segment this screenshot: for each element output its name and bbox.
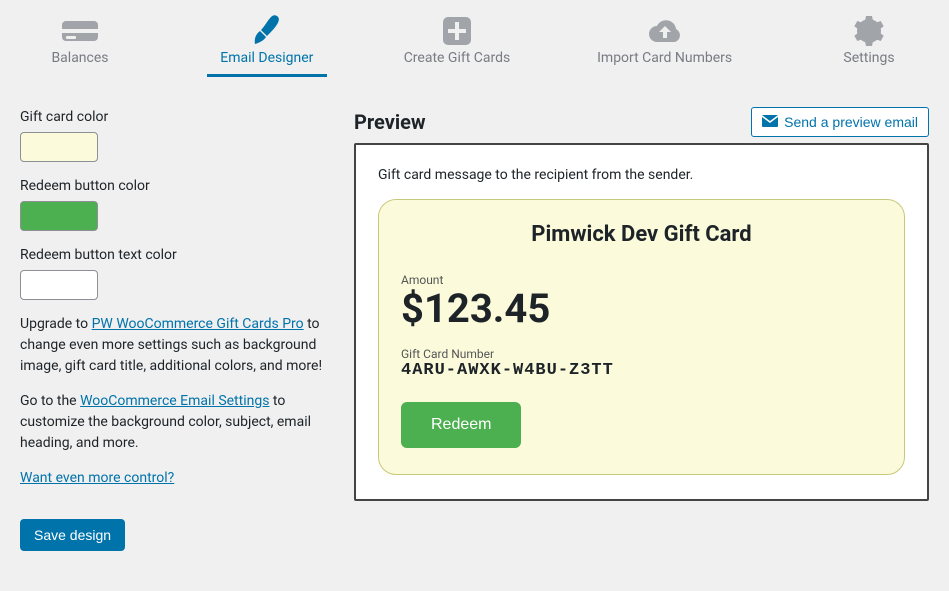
preview-panel: Preview Send a preview email Gift card m…	[354, 107, 929, 551]
gift-card-color-swatch[interactable]	[20, 132, 98, 162]
field-label: Redeem button color	[20, 176, 330, 197]
save-design-button[interactable]: Save design	[20, 519, 125, 551]
preview-box: Gift card message to the recipient from …	[354, 143, 929, 501]
tab-label: Balances	[51, 50, 108, 66]
tab-email-designer[interactable]: Email Designer	[207, 10, 327, 77]
redeem-button-color-swatch[interactable]	[20, 201, 98, 231]
field-label: Redeem button text color	[20, 245, 330, 266]
tab-create-gift-cards[interactable]: Create Gift Cards	[394, 10, 521, 77]
redeem-button-text-color-swatch[interactable]	[20, 270, 98, 300]
send-preview-button[interactable]: Send a preview email	[751, 107, 929, 137]
redeem-button[interactable]: Redeem	[401, 402, 521, 448]
plus-square-icon	[442, 14, 472, 48]
gift-card-color-field: Gift card color	[20, 107, 330, 162]
tab-label: Settings	[843, 50, 894, 66]
upgrade-text: Upgrade to PW WooCommerce Gift Cards Pro…	[20, 314, 330, 377]
tab-import-card-numbers[interactable]: Import Card Numbers	[587, 10, 742, 77]
content-area: Gift card color Redeem button color Rede…	[0, 77, 949, 571]
tab-label: Import Card Numbers	[597, 50, 732, 66]
redeem-button-color-field: Redeem button color	[20, 176, 330, 231]
gift-card-message: Gift card message to the recipient from …	[378, 167, 905, 183]
more-control-link[interactable]: Want even more control?	[20, 470, 174, 486]
top-tabs: Balances Email Designer Create Gift Card…	[0, 0, 949, 77]
redeem-button-text-color-field: Redeem button text color	[20, 245, 330, 300]
designer-settings-panel: Gift card color Redeem button color Rede…	[20, 107, 330, 551]
cloud-upload-icon	[645, 14, 685, 48]
gear-icon	[854, 14, 884, 48]
tab-label: Email Designer	[220, 50, 313, 66]
email-settings-link[interactable]: WooCommerce Email Settings	[80, 393, 269, 409]
goto-text: Go to the WooCommerce Email Settings to …	[20, 391, 330, 454]
field-label: Gift card color	[20, 107, 330, 128]
card-number-label: Gift Card Number	[401, 347, 882, 361]
gift-card: Pimwick Dev Gift Card Amount $123.45 Gif…	[378, 199, 905, 475]
tab-settings[interactable]: Settings	[809, 10, 929, 77]
credit-card-icon	[60, 14, 100, 48]
preview-heading: Preview	[354, 110, 426, 134]
upgrade-link[interactable]: PW WooCommerce Gift Cards Pro	[92, 316, 304, 332]
amount-value: $123.45	[401, 287, 882, 331]
gift-card-title: Pimwick Dev Gift Card	[401, 222, 882, 247]
tab-balances[interactable]: Balances	[20, 10, 140, 77]
paintbrush-icon	[249, 14, 285, 48]
tab-label: Create Gift Cards	[404, 50, 511, 66]
card-number-value: 4ARU-AWXK-W4BU-Z3TT	[401, 361, 882, 380]
envelope-icon	[762, 114, 778, 130]
send-preview-label: Send a preview email	[784, 114, 918, 130]
